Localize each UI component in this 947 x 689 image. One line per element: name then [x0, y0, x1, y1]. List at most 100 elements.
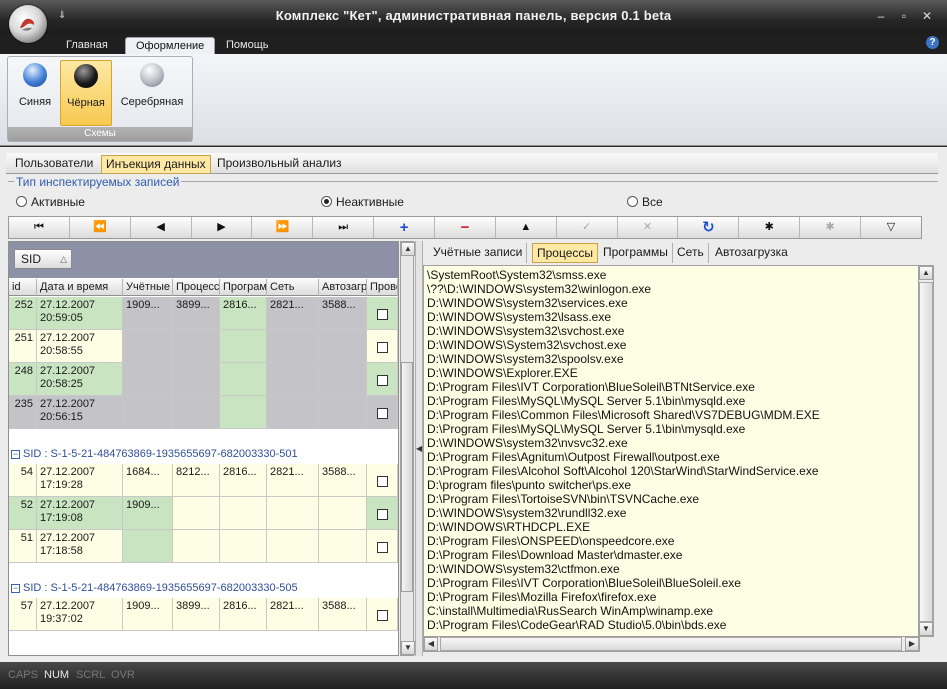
list-item[interactable]: D:\WINDOWS\system32\rundll32.exe	[424, 506, 919, 520]
id-cell[interactable]: 57	[9, 598, 37, 631]
collapse-icon[interactable]: −	[11, 584, 20, 593]
list-item[interactable]: D:\WINDOWS\RTHDCPL.EXE	[424, 520, 919, 534]
data-cell[interactable]	[319, 363, 367, 396]
tab-custom-analysis[interactable]: Произвольный анализ	[213, 155, 346, 174]
scheme-black-button[interactable]: Чёрная	[60, 60, 112, 126]
verified-checkbox-cell[interactable]	[367, 363, 398, 396]
data-cell[interactable]: 2816...	[220, 598, 267, 631]
data-cell[interactable]	[173, 396, 220, 429]
data-cell[interactable]: 3588...	[319, 598, 367, 631]
prior-record-icon[interactable]: ◀	[131, 217, 192, 238]
first-record-icon[interactable]: ⏮	[9, 217, 70, 238]
table-row[interactable]: 248 27.12.2007 20:58:25	[9, 363, 398, 396]
verified-checkbox-cell[interactable]	[367, 530, 398, 563]
data-cell[interactable]	[220, 530, 267, 563]
table-row[interactable]: 57 27.12.2007 19:37:02 1909... 3899... 2816..…	[9, 598, 398, 631]
verified-checkbox-cell[interactable]	[367, 598, 398, 631]
data-cell[interactable]: 2816...	[220, 464, 267, 497]
checkbox[interactable]	[376, 408, 388, 419]
data-cell[interactable]	[319, 530, 367, 563]
table-row[interactable]: 252 27.12.2007 20:59:05 1909... 3899... 2816.…	[9, 297, 398, 330]
data-cell[interactable]	[267, 497, 319, 530]
data-cell[interactable]: 1909...	[123, 598, 173, 631]
list-item[interactable]: D:\Program Files\Alcohol Soft\Alcohol 12…	[424, 464, 919, 478]
data-cell[interactable]	[173, 330, 220, 363]
goto-bookmark-icon[interactable]: ✱	[800, 217, 862, 238]
data-cell[interactable]	[220, 330, 267, 363]
data-cell[interactable]: 1909...	[123, 497, 173, 530]
data-cell[interactable]	[267, 530, 319, 563]
verified-checkbox-cell[interactable]	[367, 396, 398, 429]
radio-inactive[interactable]: Неактивные	[321, 195, 404, 209]
scroll-up-icon[interactable]: ▲	[401, 242, 415, 256]
data-cell[interactable]: 3588...	[319, 297, 367, 330]
data-cell[interactable]	[123, 363, 173, 396]
data-cell[interactable]	[220, 497, 267, 530]
checkbox[interactable]	[376, 375, 388, 386]
datetime-cell[interactable]: 27.12.2007 19:37:02	[37, 598, 123, 631]
data-cell[interactable]	[319, 396, 367, 429]
datetime-cell[interactable]: 27.12.2007 20:58:55	[37, 330, 123, 363]
list-item[interactable]: D:\Program Files\ONSPEED\onspeedcore.exe	[424, 534, 919, 548]
group-row[interactable]: − SID : S-1-5-21-484763869-1935655697-682…	[9, 580, 398, 596]
splitter-handle[interactable]: ◀	[415, 241, 423, 656]
checkbox[interactable]	[376, 309, 388, 320]
close-button[interactable]: ✕	[919, 9, 935, 23]
list-item[interactable]: D:\Program Files\MySQL\MySQL Server 5.1\…	[424, 394, 919, 408]
scroll-thumb[interactable]	[919, 282, 933, 622]
column-header[interactable]: Автозагрузка	[319, 279, 367, 296]
checkbox[interactable]	[376, 610, 388, 621]
scheme-silver-button[interactable]: Серебряная	[114, 60, 190, 124]
tab-processes[interactable]: Процессы	[532, 243, 599, 263]
id-cell[interactable]: 52	[9, 497, 37, 530]
help-icon[interactable]: ?	[926, 36, 939, 49]
data-cell[interactable]: 2821...	[267, 297, 319, 330]
minimize-button[interactable]: –	[873, 9, 889, 23]
list-item[interactable]: D:\Program Files\MySQL\MySQL Server 5.1\…	[424, 422, 919, 436]
group-row[interactable]: − SID : S-1-5-21-484763869-1935655697-682…	[9, 446, 398, 462]
table-row[interactable]: 251 27.12.2007 20:58:55	[9, 330, 398, 363]
checkbox[interactable]	[376, 476, 388, 487]
list-item[interactable]: D:\Program Files\IVT Corporation\BlueSol…	[424, 576, 919, 590]
collapse-icon[interactable]: −	[11, 450, 20, 459]
verified-checkbox-cell[interactable]	[367, 297, 398, 330]
datetime-cell[interactable]: 27.12.2007 17:18:58	[37, 530, 123, 563]
list-item[interactable]: D:\program files\punto switcher\ps.exe	[424, 478, 919, 492]
list-item[interactable]: D:\WINDOWS\system32\svchost.exe	[424, 324, 919, 338]
verified-checkbox-cell[interactable]	[367, 497, 398, 530]
group-by-sid-chip[interactable]: SID △	[14, 249, 72, 269]
list-item[interactable]: D:\Program Files\CodeGear\RAD Studio\5.0…	[424, 618, 919, 632]
data-cell[interactable]: 8212...	[173, 464, 220, 497]
prior-page-icon[interactable]: ⏪	[70, 217, 131, 238]
data-cell[interactable]	[267, 330, 319, 363]
process-list[interactable]: \SystemRoot\System32\smss.exe \??\D:\WIND…	[423, 265, 920, 637]
insert-icon[interactable]: +	[374, 217, 436, 238]
list-horizontal-scrollbar[interactable]: ◀ ▶	[423, 636, 920, 652]
list-item[interactable]: D:\Program Files\Mozilla Firefox\firefox…	[424, 590, 919, 604]
data-cell[interactable]	[173, 363, 220, 396]
ribbon-tab-home[interactable]: Главная	[56, 37, 118, 54]
data-cell[interactable]: 2816...	[220, 297, 267, 330]
column-header[interactable]: Учётные	[123, 279, 173, 296]
data-cell[interactable]: 3588...	[319, 464, 367, 497]
datetime-cell[interactable]: 27.12.2007 20:56:15	[37, 396, 123, 429]
list-item[interactable]: D:\Program Files\Download Master\dmaster…	[424, 548, 919, 562]
ribbon-tab-help[interactable]: Помощь	[216, 37, 279, 54]
data-cell[interactable]	[123, 530, 173, 563]
scroll-down-icon[interactable]: ▼	[401, 641, 415, 655]
datetime-cell[interactable]: 27.12.2007 20:59:05	[37, 297, 123, 330]
data-cell[interactable]	[267, 396, 319, 429]
tab-accounts[interactable]: Учётные записи	[429, 243, 528, 263]
id-cell[interactable]: 248	[9, 363, 37, 396]
scroll-thumb[interactable]	[401, 362, 413, 592]
list-item[interactable]: D:\WINDOWS\system32\ctfmon.exe	[424, 562, 919, 576]
data-cell[interactable]	[123, 330, 173, 363]
list-item[interactable]: D:\Program Files\Agnitum\Outpost Firewal…	[424, 450, 919, 464]
data-cell[interactable]	[173, 497, 220, 530]
tab-programs[interactable]: Программы	[599, 243, 673, 263]
column-header[interactable]: Процессы	[173, 279, 220, 296]
column-header[interactable]: Дата и время	[37, 279, 123, 296]
data-cell[interactable]: 1909...	[123, 297, 173, 330]
scroll-down-icon[interactable]: ▼	[919, 622, 933, 636]
list-item[interactable]: \SystemRoot\System32\smss.exe	[424, 268, 919, 282]
